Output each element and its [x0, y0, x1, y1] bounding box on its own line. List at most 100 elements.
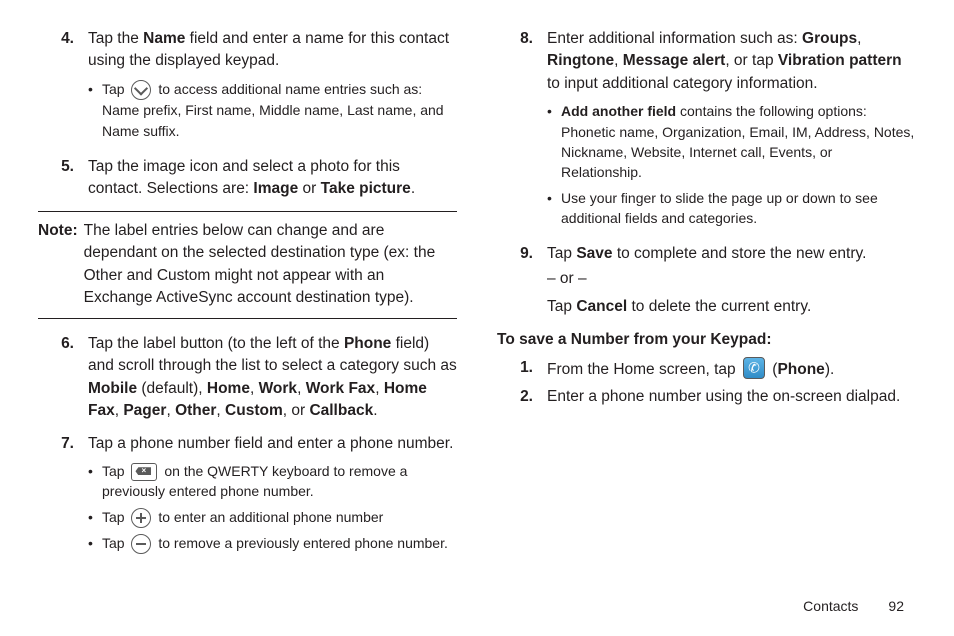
sub-item: • Tap to access additional name entries …: [88, 79, 457, 141]
step-body: Tap a phone number field and enter a pho…: [88, 433, 457, 560]
bold-text: Save: [576, 245, 612, 262]
or-separator: – or –: [547, 268, 916, 290]
text: Tap: [547, 245, 576, 262]
sub-item: • Tap to enter an additional phone numbe…: [88, 507, 457, 528]
bold-text: Callback: [309, 402, 373, 419]
page: 4. Tap the Name field and enter a name f…: [0, 0, 954, 636]
bold-text: Other: [175, 402, 216, 419]
text: From the Home screen, tap: [547, 361, 740, 378]
text: to enter an additional phone number: [154, 509, 383, 525]
step-body: Tap Save to complete and store the new e…: [547, 243, 916, 318]
sub-item: • Use your finger to slide the page up o…: [547, 188, 916, 229]
minus-icon: [131, 534, 151, 554]
step-6: 6. Tap the label button (to the left of …: [38, 333, 457, 423]
sub-body: Tap to remove a previously entered phone…: [102, 533, 448, 554]
bullet: •: [88, 507, 102, 528]
step-number: 1.: [497, 357, 547, 381]
text: ,: [297, 380, 306, 397]
bold-text: Mobile: [88, 380, 137, 397]
step-body: Tap the image icon and select a photo fo…: [88, 156, 457, 201]
bold-text: Cancel: [576, 298, 627, 315]
sub-list: • Tap to access additional name entries …: [88, 79, 457, 141]
text: to input additional category information…: [547, 75, 818, 92]
text: , or tap: [725, 52, 778, 69]
bold-text: Phone: [777, 361, 824, 378]
sub-item: • Tap to remove a previously entered pho…: [88, 533, 457, 554]
step-body: Tap the label button (to the left of the…: [88, 333, 457, 423]
bold-text: Work: [259, 380, 297, 397]
text: Enter additional information such as:: [547, 30, 802, 47]
line: Tap Cancel to delete the current entry.: [547, 296, 916, 318]
sub-body: Add another field contains the following…: [561, 101, 916, 182]
text: ,: [250, 380, 259, 397]
keypad-step-1: 1. From the Home screen, tap (Phone).: [497, 357, 916, 381]
bold-text: Take picture: [321, 180, 411, 197]
chevron-down-icon: [131, 80, 151, 100]
text: to delete the current entry.: [627, 298, 811, 315]
sub-body: Tap to access additional name entries su…: [102, 79, 457, 141]
note-body: The label entries below can change and a…: [84, 220, 457, 310]
section-name: Contacts: [803, 598, 858, 614]
bold-text: Groups: [802, 30, 857, 47]
step-number: 7.: [38, 433, 88, 560]
bold-text: Work Fax: [306, 380, 376, 397]
step-9: 9. Tap Save to complete and store the ne…: [497, 243, 916, 318]
bullet: •: [88, 461, 102, 502]
delete-key-icon: ×: [131, 463, 157, 481]
sub-heading: To save a Number from your Keypad:: [497, 329, 916, 351]
bold-text: Ringtone: [547, 52, 614, 69]
bold-text: Custom: [225, 402, 283, 419]
plus-icon: [131, 508, 151, 528]
bullet: •: [88, 533, 102, 554]
sub-item: • Add another field contains the followi…: [547, 101, 916, 182]
text: ,: [614, 52, 623, 69]
text: .: [373, 402, 377, 419]
phone-app-icon: [743, 357, 765, 379]
bold-text: Add another field: [561, 103, 676, 119]
step-7: 7. Tap a phone number field and enter a …: [38, 433, 457, 560]
bold-text: Vibration pattern: [778, 52, 902, 69]
step-body: Tap the Name field and enter a name for …: [88, 28, 457, 146]
step-body: Enter a phone number using the on-screen…: [547, 386, 916, 408]
step-number: 4.: [38, 28, 88, 146]
page-footer: Contacts 92: [803, 598, 904, 614]
text: Tap the: [88, 30, 143, 47]
text: Tap the label button (to the left of the: [88, 335, 344, 352]
text: Tap: [547, 298, 576, 315]
text: to remove a previously entered phone num…: [154, 535, 447, 551]
keypad-step-2: 2. Enter a phone number using the on-scr…: [497, 386, 916, 408]
step-number: 9.: [497, 243, 547, 318]
step-5: 5. Tap the image icon and select a photo…: [38, 156, 457, 201]
step-4: 4. Tap the Name field and enter a name f…: [38, 28, 457, 146]
step-number: 8.: [497, 28, 547, 233]
step-8: 8. Enter additional information such as:…: [497, 28, 916, 233]
text: .: [411, 180, 415, 197]
text: ).: [825, 361, 834, 378]
sub-body: Use your finger to slide the page up or …: [561, 188, 916, 229]
step-number: 6.: [38, 333, 88, 423]
text: Tap a phone number field and enter a pho…: [88, 435, 453, 452]
text: ,: [857, 30, 861, 47]
bold-text: Message alert: [623, 52, 726, 69]
bullet: •: [547, 101, 561, 182]
bold-text: Phone: [344, 335, 391, 352]
bold-text: Name: [143, 30, 185, 47]
right-column: 8. Enter additional information such as:…: [497, 28, 916, 569]
text: Tap: [102, 463, 128, 479]
sub-body: Tap to enter an additional phone number: [102, 507, 383, 528]
text: Tap: [102, 509, 128, 525]
note-label: Note:: [38, 220, 84, 310]
text: Tap: [102, 535, 128, 551]
step-body: From the Home screen, tap (Phone).: [547, 357, 916, 381]
step-number: 5.: [38, 156, 88, 201]
sub-body: Tap × on the QWERTY keyboard to remove a…: [102, 461, 457, 502]
page-number: 92: [888, 598, 904, 614]
bullet: •: [547, 188, 561, 229]
bullet: •: [88, 79, 102, 141]
text: or: [298, 180, 320, 197]
step-body: Enter additional information such as: Gr…: [547, 28, 916, 233]
text: , or: [283, 402, 310, 419]
text: ,: [216, 402, 225, 419]
columns: 4. Tap the Name field and enter a name f…: [38, 28, 916, 569]
step-number: 2.: [497, 386, 547, 408]
